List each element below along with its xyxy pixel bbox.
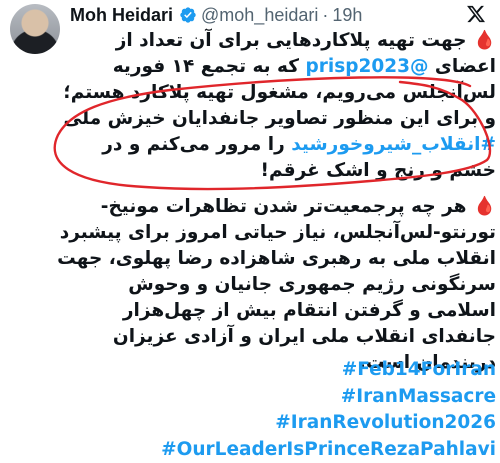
author-handle[interactable]: @moh_heidari	[201, 5, 318, 26]
hashtag-link[interactable]: #OurLeaderIsPrinceRezaPahlavi	[56, 437, 496, 463]
hashtag-link[interactable]: #IranMassacre	[56, 384, 496, 411]
mention-link[interactable]: @prisp2023	[305, 56, 428, 77]
blood-drop-icon: 🩸	[473, 196, 496, 217]
hashtag-list: #Feb14ForIran #IranMassacre #IranRevolut…	[56, 357, 496, 463]
avatar[interactable]	[10, 4, 60, 54]
tweet-body: 🩸 جهت تهیه پلاکاردهایی برای آن تعداد از …	[56, 28, 496, 376]
verified-badge-icon	[179, 6, 197, 24]
x-logo-icon[interactable]	[466, 4, 486, 24]
hashtag-link[interactable]: #Feb14ForIran	[56, 357, 496, 384]
paragraph-1: 🩸 جهت تهیه پلاکاردهایی برای آن تعداد از …	[56, 28, 496, 184]
hashtag-link[interactable]: #انقلاب_شیروخورشید	[291, 134, 496, 155]
blood-drop-icon: 🩸	[473, 30, 496, 51]
paragraph-2-text: هر چه پرجمعیت‌تر شدن تظاهرات مونیخ-تورنت…	[57, 196, 496, 373]
hashtag-link[interactable]: #IranRevolution2026	[56, 410, 496, 437]
separator-dot: ·	[322, 5, 328, 26]
author-name[interactable]: Moh Heidari	[70, 5, 173, 26]
tweet-header: Moh Heidari @moh_heidari · 19h	[70, 3, 500, 27]
timestamp[interactable]: 19h	[332, 5, 362, 26]
paragraph-2: 🩸 هر چه پرجمعیت‌تر شدن تظاهرات مونیخ-تور…	[56, 194, 496, 376]
